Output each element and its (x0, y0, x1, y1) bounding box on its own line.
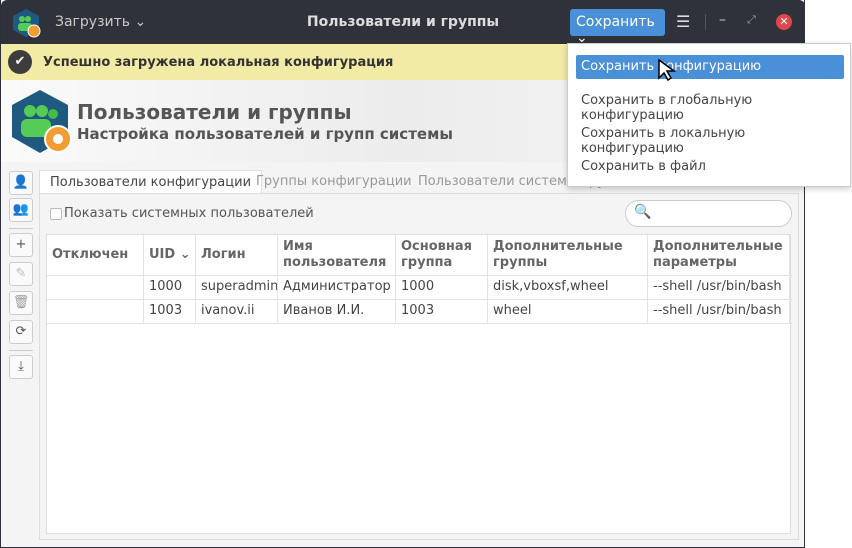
users-panel: Показать системных пользователей 🔍 Отклю… (39, 193, 799, 540)
column-header-disabled[interactable]: Отключен (47, 235, 143, 275)
cell-extra-params: --shell /usr/bin/bash (647, 299, 790, 323)
title-bar: Загрузить ⌄ Пользователи и группы Сохран… (1, 0, 805, 46)
banner-subtitle: Настройка пользователей и групп системы (77, 125, 453, 143)
download-icon[interactable]: ⤓ (9, 355, 33, 379)
uid-label: UID (149, 247, 176, 262)
menu-item-save-local[interactable]: Сохранить в локальную конфигурацию (576, 122, 844, 156)
save-dropdown-menu: Сохранить конфигурацию Сохранить в глоба… (567, 43, 851, 187)
search-icon: 🔍 (634, 204, 652, 220)
show-system-users-checkbox[interactable] (50, 208, 62, 220)
chevron-down-icon: ⌄ (134, 14, 147, 30)
column-header-extra-groups[interactable]: Дополнительные группы (487, 235, 647, 275)
maximize-icon[interactable]: ⤢ (747, 13, 756, 27)
minimize-icon[interactable]: – (719, 12, 726, 28)
banner-title: Пользователи и группы (77, 100, 352, 124)
save-label: Сохранить (576, 14, 655, 30)
cell-extra-params: --shell /usr/bin/bash (647, 275, 790, 299)
group-icon[interactable]: 👥 (9, 198, 33, 222)
cell-primary-group: 1000 (395, 275, 487, 299)
cell-primary-group: 1003 (395, 299, 487, 323)
divider (47, 323, 792, 324)
cell-disabled (47, 275, 143, 299)
trash-icon[interactable]: 🗑 (9, 291, 33, 315)
mouse-cursor-icon (658, 58, 677, 82)
add-icon[interactable]: + (9, 233, 33, 257)
tab-config-users[interactable]: Пользователи конфигурации (39, 170, 263, 194)
cell-extra-groups: disk,vboxsf,wheel (487, 275, 647, 299)
search-input[interactable]: 🔍 (625, 200, 792, 227)
column-header-login[interactable]: Логин (195, 235, 277, 275)
show-system-users-label[interactable]: Показать системных пользователей (64, 206, 314, 221)
cell-disabled (47, 299, 143, 323)
tab-system-users[interactable]: Пользователи системы (408, 170, 587, 194)
save-menu-button[interactable]: Сохранить ⌄ (570, 9, 665, 46)
load-menu-button[interactable]: Загрузить ⌄ (55, 14, 146, 30)
info-message: Успешно загружена локальная конфигурация (43, 55, 394, 70)
refresh-icon[interactable]: ⟳ (9, 320, 33, 344)
menu-item-save-config[interactable]: Сохранить конфигурацию (576, 55, 844, 79)
user-icon[interactable]: 👤 (9, 171, 33, 195)
users-groups-icon (12, 90, 72, 153)
load-label: Загрузить (55, 14, 131, 30)
menu-item-save-file[interactable]: Сохранить в файл (576, 155, 844, 179)
close-icon[interactable]: ✕ (776, 14, 792, 30)
cell-uid: 1000 (143, 275, 195, 299)
menu-item-save-global[interactable]: Сохранить в глобальную конфигурацию (576, 89, 844, 123)
edit-icon[interactable]: ✎ (9, 262, 33, 286)
divider (9, 350, 33, 351)
divider (9, 228, 33, 229)
column-header-primary-group[interactable]: Основная группа (395, 235, 487, 275)
divider (705, 14, 706, 30)
column-header-extra-params[interactable]: Дополнительные параметры (647, 235, 790, 275)
tab-config-groups[interactable]: Группы конфигурации (246, 170, 422, 194)
column-header-uid[interactable]: UID ⌄ (143, 235, 195, 275)
column-header-username[interactable]: Имя пользователя (277, 235, 395, 275)
cell-username: Иванов И.И. (277, 299, 395, 323)
check-icon: ✔ (8, 50, 32, 74)
users-table: Отключен UID ⌄ Логин Имя пользователя Ос… (46, 234, 792, 534)
cell-extra-groups: wheel (487, 299, 647, 323)
cell-uid: 1003 (143, 299, 195, 323)
cell-username: Администратор (277, 275, 395, 299)
hamburger-menu-icon[interactable]: ☰ (676, 12, 690, 31)
cell-login: ivanov.ii (195, 299, 277, 323)
cell-login: superadmin (195, 275, 278, 299)
app-icon (13, 9, 41, 38)
sort-chevron-icon: ⌄ (179, 247, 191, 262)
